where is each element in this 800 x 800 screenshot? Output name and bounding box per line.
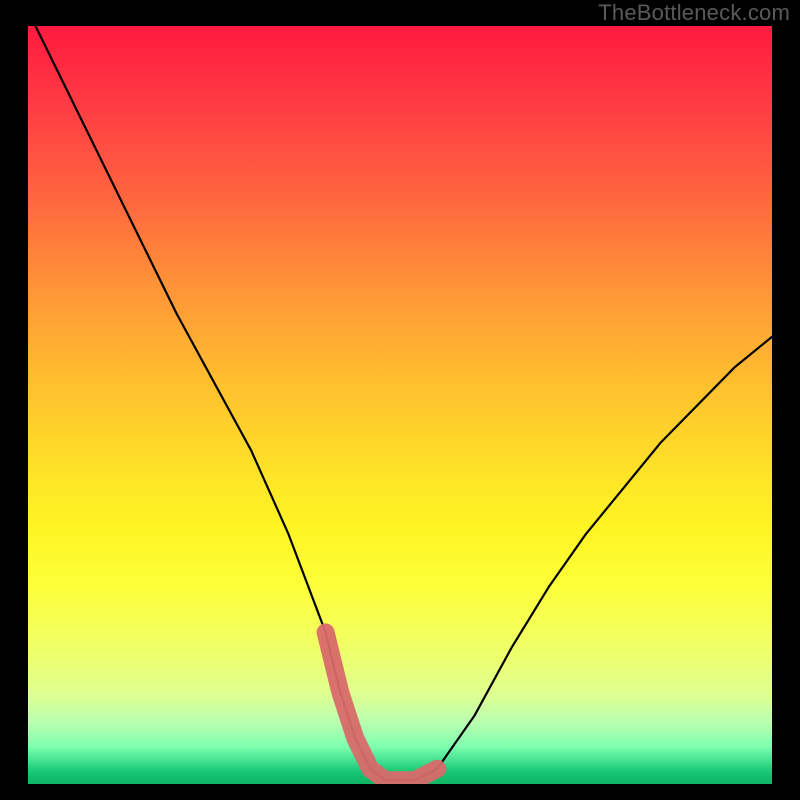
highlight-band xyxy=(326,632,438,780)
curve-layer xyxy=(28,26,772,784)
plot-area xyxy=(28,26,772,784)
watermark-text: TheBottleneck.com xyxy=(598,0,790,26)
chart-frame: TheBottleneck.com xyxy=(0,0,800,800)
bottleneck-curve xyxy=(28,26,772,780)
